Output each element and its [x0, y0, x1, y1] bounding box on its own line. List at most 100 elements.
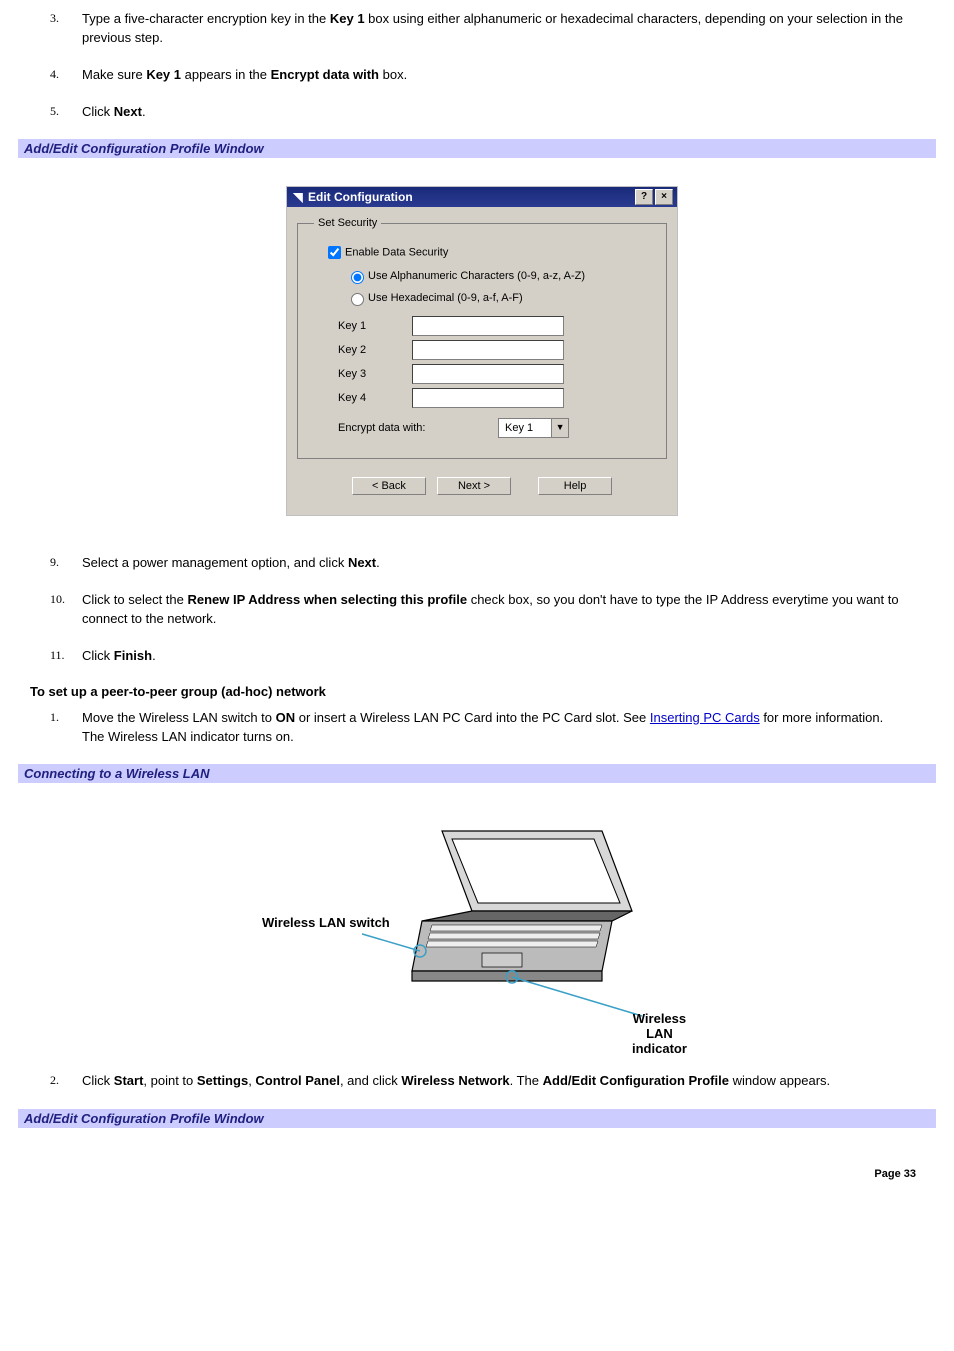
titlebar: ◥ Edit Configuration ? × — [287, 187, 677, 207]
step-num: 3. — [50, 10, 59, 27]
edit-config-dialog: ◥ Edit Configuration ? × Set Security En… — [286, 186, 678, 516]
step-text: Click Finish. — [82, 648, 156, 663]
bold: Renew IP Address when selecting this pro… — [188, 592, 468, 607]
page-number: Page 33 — [30, 1168, 934, 1180]
step-text: Select a power management option, and cl… — [82, 555, 380, 570]
text: box. — [379, 67, 407, 82]
bold: Next — [114, 104, 142, 119]
key3-input[interactable] — [412, 364, 564, 384]
set-security-group: Set Security Enable Data Security Use Al… — [297, 217, 667, 459]
step-text: Type a five-character encryption key in … — [82, 11, 903, 45]
group-legend: Set Security — [314, 217, 381, 229]
back-button[interactable]: < Back — [352, 477, 426, 495]
key2-input[interactable] — [412, 340, 564, 360]
text: window appears. — [729, 1073, 830, 1088]
section-bar-3: Add/Edit Configuration Profile Window — [18, 1109, 936, 1128]
alphanumeric-radio[interactable] — [351, 271, 364, 284]
key-label: Key 3 — [338, 368, 412, 380]
bold: Wireless Network — [401, 1073, 509, 1088]
bold: Key 1 — [330, 11, 365, 26]
step-num: 9. — [50, 554, 59, 571]
radio-label: Use Hexadecimal (0-9, a-f, A-F) — [368, 292, 523, 304]
callout-indicator: Wireless LAN indicator — [632, 1011, 687, 1056]
checkbox-label: Enable Data Security — [345, 247, 448, 259]
close-button[interactable]: × — [655, 189, 673, 205]
step-9: 9. Select a power management option, and… — [30, 554, 934, 573]
step-text: Move the Wireless LAN switch to ON or in… — [82, 710, 883, 744]
bold: Finish — [114, 648, 152, 663]
bold: ON — [276, 710, 296, 725]
window-title: Edit Configuration — [308, 190, 633, 204]
text: Click — [82, 1073, 114, 1088]
text: Click to select the — [82, 592, 188, 607]
text: , point to — [143, 1073, 196, 1088]
step-4: 4. Make sure Key 1 appears in the Encryp… — [30, 66, 934, 85]
callout-switch: Wireless LAN switch — [262, 915, 390, 930]
encrypt-select[interactable]: Key 1 ▼ — [498, 418, 569, 438]
step-num: 1. — [50, 709, 59, 726]
help-button-2[interactable]: Help — [538, 477, 612, 495]
text: or insert a Wireless LAN PC Card into th… — [295, 710, 650, 725]
section-bar-2: Connecting to a Wireless LAN — [18, 764, 936, 783]
text: Make sure — [82, 67, 146, 82]
button-row: < Back Next > Help — [297, 477, 667, 495]
chevron-down-icon: ▼ — [551, 419, 568, 437]
enable-security-checkbox[interactable] — [328, 246, 341, 259]
adhoc-step-1: 1. Move the Wireless LAN switch to ON or… — [30, 709, 934, 747]
text: . — [152, 648, 156, 663]
step-text: Make sure Key 1 appears in the Encrypt d… — [82, 67, 407, 82]
step-num: 5. — [50, 103, 59, 120]
bold: Add/Edit Configuration Profile — [543, 1073, 729, 1088]
text: for more information. — [760, 710, 884, 725]
app-icon: ◥ — [291, 190, 305, 204]
encrypt-label: Encrypt data with: — [338, 422, 498, 434]
encrypt-value: Key 1 — [499, 422, 551, 434]
key1-row: Key 1 — [338, 316, 650, 336]
step-text: Click to select the Renew IP Address whe… — [82, 592, 899, 626]
key4-input[interactable] — [412, 388, 564, 408]
inserting-pc-cards-link[interactable]: Inserting PC Cards — [650, 710, 760, 725]
text: The Wireless LAN indicator turns on. — [82, 729, 294, 744]
text: , and click — [340, 1073, 401, 1088]
key-label: Key 1 — [338, 320, 412, 332]
bold: Control Panel — [255, 1073, 340, 1088]
bold: Start — [114, 1073, 144, 1088]
key1-input[interactable] — [412, 316, 564, 336]
help-button[interactable]: ? — [635, 189, 653, 205]
step-num: 11. — [50, 647, 65, 664]
step-num: 2. — [50, 1072, 59, 1089]
subheading-adhoc: To set up a peer-to-peer group (ad-hoc) … — [30, 684, 934, 699]
key3-row: Key 3 — [338, 364, 650, 384]
step-num: 10. — [50, 591, 65, 608]
laptop-icon — [362, 821, 642, 1021]
step-text: Click Next. — [82, 104, 146, 119]
enable-security-row: Enable Data Security — [324, 243, 650, 262]
step-10: 10. Click to select the Renew IP Address… — [30, 591, 934, 629]
bold: Encrypt data with — [271, 67, 379, 82]
section-bar-1: Add/Edit Configuration Profile Window — [18, 139, 936, 158]
adhoc-step-2: 2. Click Start, point to Settings, Contr… — [30, 1072, 934, 1091]
key2-row: Key 2 — [338, 340, 650, 360]
key-label: Key 2 — [338, 344, 412, 356]
next-button[interactable]: Next > — [437, 477, 511, 495]
key-label: Key 4 — [338, 392, 412, 404]
bold: Next — [348, 555, 376, 570]
step-3: 3. Type a five-character encryption key … — [30, 10, 934, 48]
hex-radio[interactable] — [351, 293, 364, 306]
step-11: 11. Click Finish. — [30, 647, 934, 666]
text: Click — [82, 648, 114, 663]
bold: Settings — [197, 1073, 248, 1088]
hex-row: Use Hexadecimal (0-9, a-f, A-F) — [346, 290, 650, 306]
figure-dialog: ◥ Edit Configuration ? × Set Security En… — [30, 186, 934, 516]
text: . The — [510, 1073, 543, 1088]
text: . — [142, 104, 146, 119]
text: . — [376, 555, 380, 570]
step-5: 5. Click Next. — [30, 103, 934, 122]
figure-laptop: Wireless LAN switch — [30, 811, 934, 1034]
text: Type a five-character encryption key in … — [82, 11, 330, 26]
text: appears in the — [181, 67, 271, 82]
alphanumeric-row: Use Alphanumeric Characters (0-9, a-z, A… — [346, 268, 650, 284]
key4-row: Key 4 — [338, 388, 650, 408]
radio-label: Use Alphanumeric Characters (0-9, a-z, A… — [368, 270, 585, 282]
bold: Key 1 — [146, 67, 181, 82]
